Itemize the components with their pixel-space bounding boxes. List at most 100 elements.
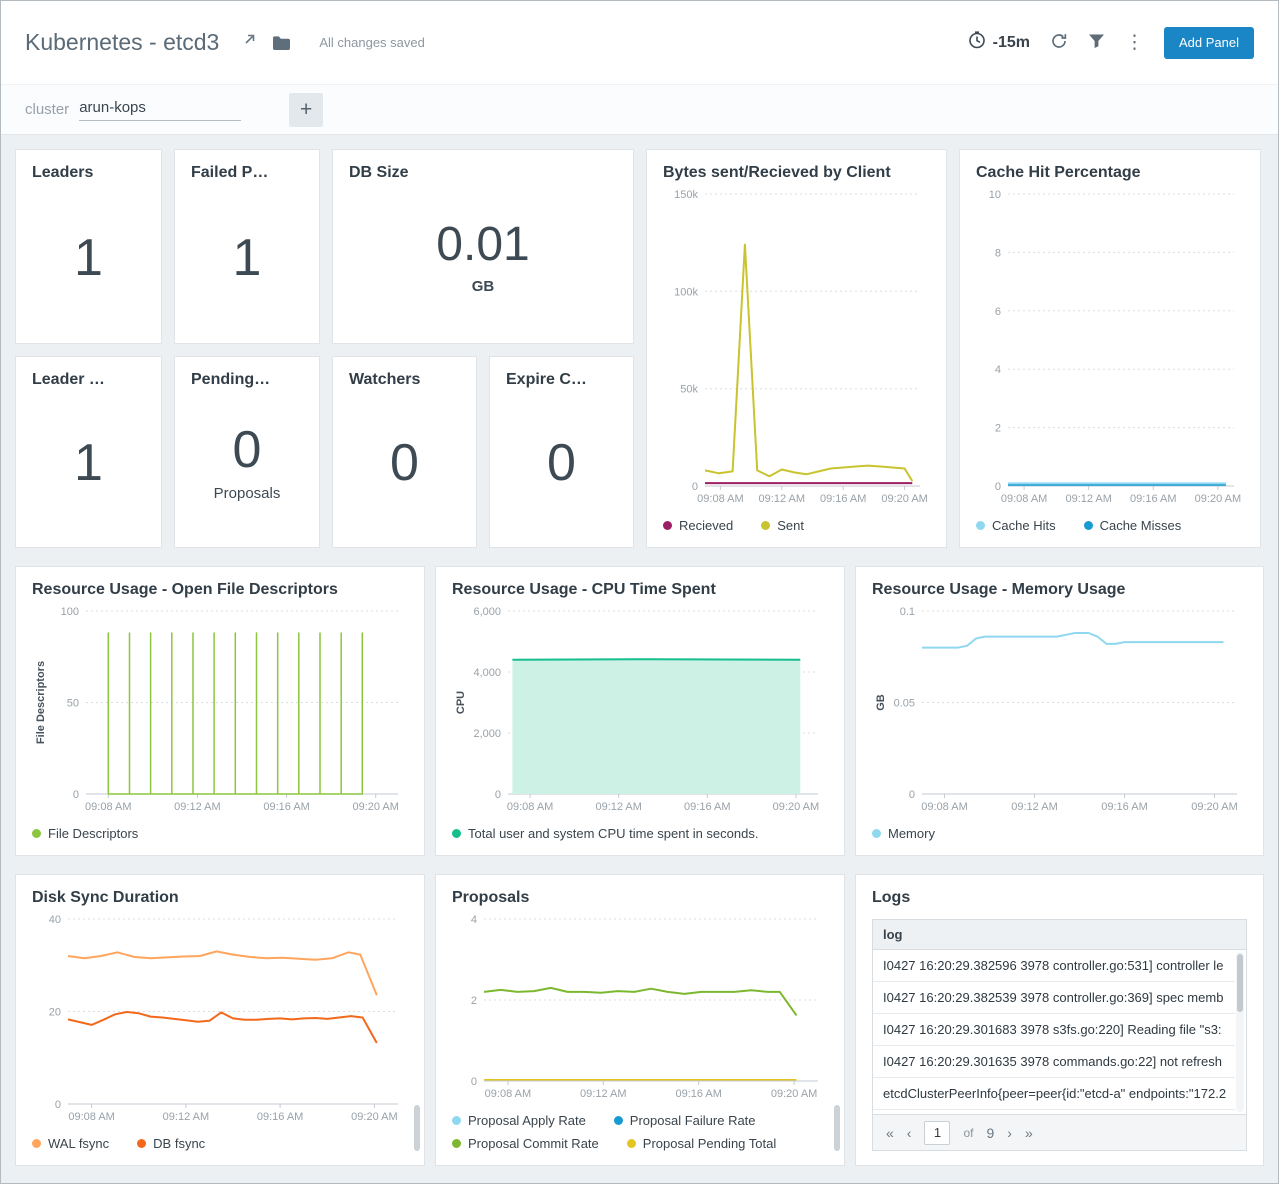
- panel-disk-sync-duration: Disk Sync Duration 0204009:08 AM09:12 AM…: [15, 874, 425, 1166]
- panel-title: Resource Usage - Open File Descriptors: [32, 581, 408, 599]
- legend-item[interactable]: Proposal Failure Rate: [614, 1113, 756, 1128]
- svg-text:10: 10: [989, 189, 1001, 201]
- svg-text:50k: 50k: [680, 384, 698, 396]
- refresh-icon[interactable]: [1050, 32, 1068, 54]
- legend-color-dot: [1084, 521, 1093, 530]
- svg-text:0: 0: [55, 1099, 61, 1111]
- svg-text:0: 0: [471, 1076, 477, 1088]
- svg-text:File Descriptors: File Descriptors: [35, 661, 47, 744]
- svg-text:09:20 AM: 09:20 AM: [1195, 493, 1241, 505]
- add-panel-button[interactable]: Add Panel: [1164, 27, 1254, 59]
- panel-logs: Logs log I0427 16:20:29.382596 3978 cont…: [855, 874, 1264, 1166]
- log-column-header[interactable]: log: [873, 920, 1246, 950]
- next-page-icon[interactable]: ›: [1007, 1125, 1012, 1141]
- dashboard-screen: Kubernetes - etcd3 All changes saved -15…: [0, 0, 1279, 1184]
- svg-text:09:20 AM: 09:20 AM: [771, 1088, 817, 1100]
- svg-text:2: 2: [471, 995, 477, 1007]
- vertical-scrollbar[interactable]: [834, 1105, 840, 1151]
- legend-item[interactable]: File Descriptors: [32, 826, 138, 841]
- chart-legend: WAL fsync DB fsync: [32, 1126, 408, 1151]
- filter-bar: cluster arun-kops +: [1, 85, 1278, 135]
- chart-legend: Recieved Sent: [663, 508, 930, 533]
- svg-text:2: 2: [995, 423, 1001, 435]
- header: Kubernetes - etcd3 All changes saved -15…: [1, 1, 1278, 85]
- add-filter-button[interactable]: +: [289, 93, 323, 127]
- svg-text:0: 0: [909, 789, 915, 801]
- log-row[interactable]: etcdClusterPeerInfo{peer=peer{id:"etcd-a…: [873, 1078, 1235, 1110]
- pagination-of-label: of: [963, 1126, 973, 1140]
- prev-page-icon[interactable]: ‹: [907, 1125, 912, 1141]
- svg-text:100k: 100k: [674, 286, 698, 298]
- svg-text:150k: 150k: [674, 189, 698, 201]
- folder-icon[interactable]: [272, 35, 291, 51]
- legend-item[interactable]: Total user and system CPU time spent in …: [452, 826, 758, 841]
- stat-value: 1: [74, 437, 103, 489]
- panel-title: Leaders: [32, 164, 145, 182]
- page-title: Kubernetes - etcd3: [25, 29, 219, 56]
- svg-text:09:16 AM: 09:16 AM: [684, 801, 730, 813]
- legend-item[interactable]: Proposal Apply Rate: [452, 1113, 586, 1128]
- panel-memory-usage: Resource Usage - Memory Usage 00.050.109…: [855, 566, 1264, 856]
- svg-text:GB: GB: [875, 694, 887, 711]
- disk-sync-chart: 0204009:08 AM09:12 AM09:16 AM09:20 AM: [32, 911, 408, 1126]
- log-row[interactable]: I0427 16:20:29.382596 3978 controller.go…: [873, 950, 1235, 982]
- file-descriptors-chart: 05010009:08 AM09:12 AM09:16 AM09:20 AMFi…: [32, 603, 408, 816]
- clock-icon: [968, 31, 986, 54]
- vertical-scrollbar[interactable]: [1236, 952, 1244, 1112]
- legend-item[interactable]: Proposal Pending Total: [627, 1136, 776, 1151]
- svg-text:09:16 AM: 09:16 AM: [675, 1088, 721, 1100]
- legend-item[interactable]: Cache Misses: [1084, 518, 1182, 533]
- panel-title: DB Size: [349, 164, 617, 182]
- panel-title: Pending…: [191, 371, 303, 389]
- save-status: All changes saved: [319, 35, 425, 50]
- stat-value: 0: [390, 437, 419, 489]
- first-page-icon[interactable]: «: [886, 1125, 894, 1141]
- kebab-menu-icon[interactable]: ⋮: [1125, 33, 1144, 52]
- dashboard-grid: Leaders 1 Failed P… 1 DB Size 0.01 GB: [1, 135, 1278, 1180]
- legend-color-dot: [761, 521, 770, 530]
- stat-panel-db-size: DB Size 0.01 GB: [332, 149, 634, 344]
- legend-label: Proposal Pending Total: [643, 1136, 776, 1151]
- legend-color-dot: [452, 1116, 461, 1125]
- legend-item[interactable]: Sent: [761, 518, 804, 533]
- vertical-scrollbar[interactable]: [414, 1105, 420, 1151]
- legend-item[interactable]: DB fsync: [137, 1136, 205, 1151]
- stat-panel-leaders: Leaders 1: [15, 149, 162, 344]
- svg-text:09:16 AM: 09:16 AM: [1101, 801, 1147, 813]
- legend-item[interactable]: Memory: [872, 826, 935, 841]
- legend-label: Cache Hits: [992, 518, 1056, 533]
- share-icon[interactable]: [237, 33, 256, 52]
- stat-panel-watchers: Watchers 0: [332, 356, 477, 548]
- log-row[interactable]: I0427 16:20:29.301683 3978 s3fs.go:220] …: [873, 1014, 1235, 1046]
- time-range-control[interactable]: -15m: [968, 31, 1030, 54]
- legend-item[interactable]: Recieved: [663, 518, 733, 533]
- log-row[interactable]: I0427 16:20:29.301635 3978 commands.go:2…: [873, 1046, 1235, 1078]
- panel-title: Failed P…: [191, 164, 303, 182]
- legend-item[interactable]: Proposal Commit Rate: [452, 1136, 599, 1151]
- svg-text:09:08 AM: 09:08 AM: [85, 801, 131, 813]
- panel-title: Resource Usage - CPU Time Spent: [452, 581, 828, 599]
- legend-color-dot: [32, 1139, 41, 1148]
- svg-text:0.1: 0.1: [900, 606, 915, 618]
- legend-item[interactable]: WAL fsync: [32, 1136, 109, 1151]
- legend-color-dot: [976, 521, 985, 530]
- svg-text:09:12 AM: 09:12 AM: [759, 493, 805, 505]
- stat-value: 0: [547, 437, 576, 489]
- legend-item[interactable]: Cache Hits: [976, 518, 1056, 533]
- svg-text:09:16 AM: 09:16 AM: [820, 493, 866, 505]
- svg-text:09:08 AM: 09:08 AM: [1001, 493, 1047, 505]
- current-page[interactable]: 1: [924, 1121, 950, 1145]
- stat-panel-failed-proposals: Failed P… 1: [174, 149, 320, 344]
- svg-text:8: 8: [995, 247, 1001, 259]
- stat-value: 0: [233, 424, 262, 476]
- legend-color-dot: [137, 1139, 146, 1148]
- stat-panel-leader-changes: Leader … 1: [15, 356, 162, 548]
- filter-icon[interactable]: [1088, 33, 1105, 53]
- cluster-filter-value[interactable]: arun-kops: [79, 99, 241, 121]
- svg-text:09:12 AM: 09:12 AM: [1065, 493, 1111, 505]
- scrollbar-thumb[interactable]: [1237, 954, 1243, 1012]
- last-page-icon[interactable]: »: [1025, 1125, 1033, 1141]
- chart-legend: Memory: [872, 816, 1247, 841]
- svg-text:50: 50: [67, 698, 79, 710]
- log-row[interactable]: I0427 16:20:29.382539 3978 controller.go…: [873, 982, 1235, 1014]
